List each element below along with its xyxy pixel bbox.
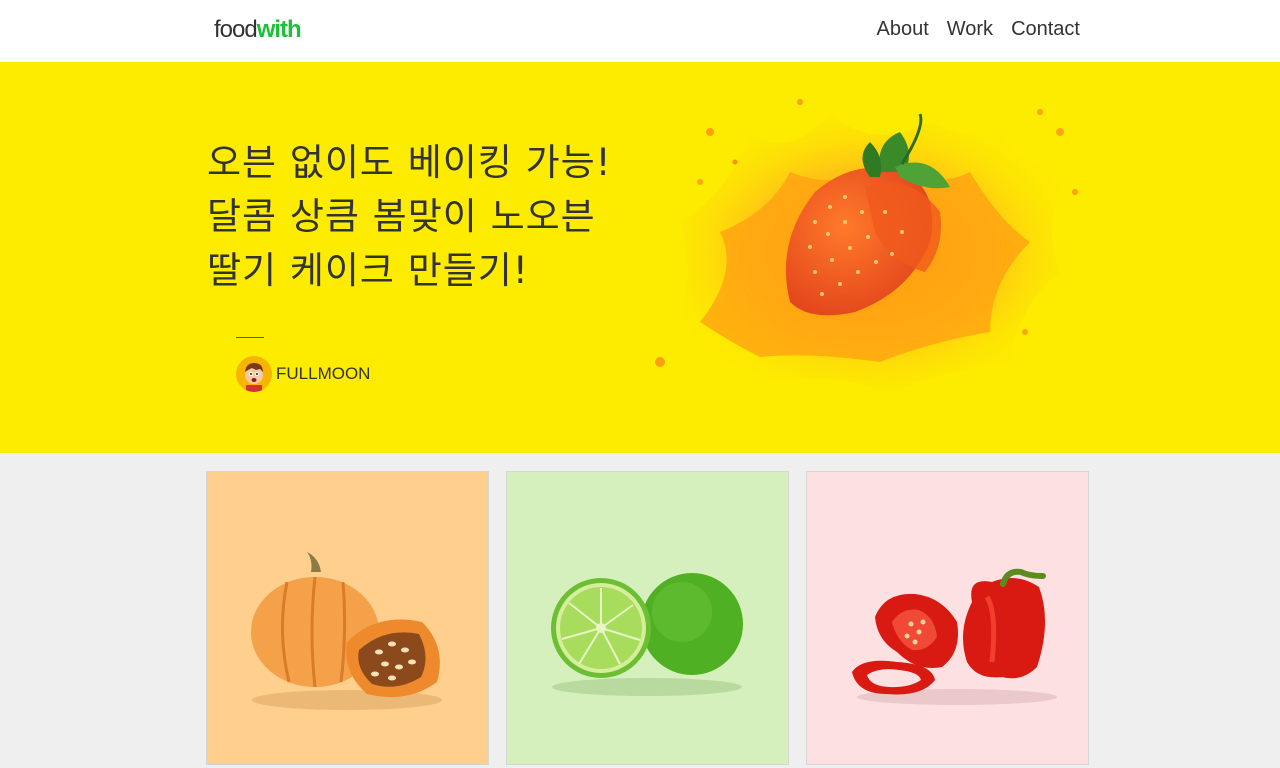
- logo-food-text: food: [214, 16, 258, 43]
- author-divider: [236, 337, 264, 338]
- author-name: FULLMOON: [276, 364, 371, 383]
- recipe-card-pumpkin[interactable]: [206, 471, 489, 765]
- author-avatar: [236, 356, 272, 392]
- logo-with-text: with: [256, 16, 302, 43]
- hero-title: 오븐 없이도 베이킹 가능! 달콤 상큼 봄맞이 노오븐 딸기 케이크 만들기!: [207, 136, 612, 298]
- hero-banner: 오븐 없이도 베이킹 가능! 달콤 상큼 봄맞이 노오븐 딸기 케이크 만들기!…: [0, 62, 1280, 453]
- hero-title-line: 달콤 상큼 봄맞이 노오븐: [207, 195, 596, 238]
- author-info: FULLMOON: [236, 356, 370, 392]
- nav-work-link[interactable]: Work: [947, 18, 993, 41]
- nav-contact-link[interactable]: Contact: [1011, 18, 1080, 41]
- pumpkin-icon: [207, 472, 488, 764]
- recipe-card-pepper[interactable]: [806, 471, 1089, 765]
- main-nav: About Work Contact: [876, 18, 1080, 41]
- recipe-card-list: [206, 471, 1089, 765]
- hero-title-line: 오븐 없이도 베이킹 가능!: [207, 141, 612, 184]
- nav-about-link[interactable]: About: [876, 18, 928, 41]
- red-bell-pepper-icon: [807, 472, 1088, 764]
- site-logo[interactable]: food with: [214, 16, 302, 44]
- hero-title-line: 딸기 케이크 만들기!: [207, 249, 529, 292]
- lime-icon: [507, 472, 788, 764]
- strawberry-splash-icon: [655, 99, 1078, 392]
- site-header: food with About Work Contact: [0, 0, 1280, 62]
- avatar-face-icon: [245, 363, 263, 392]
- recipe-card-lime[interactable]: [506, 471, 789, 765]
